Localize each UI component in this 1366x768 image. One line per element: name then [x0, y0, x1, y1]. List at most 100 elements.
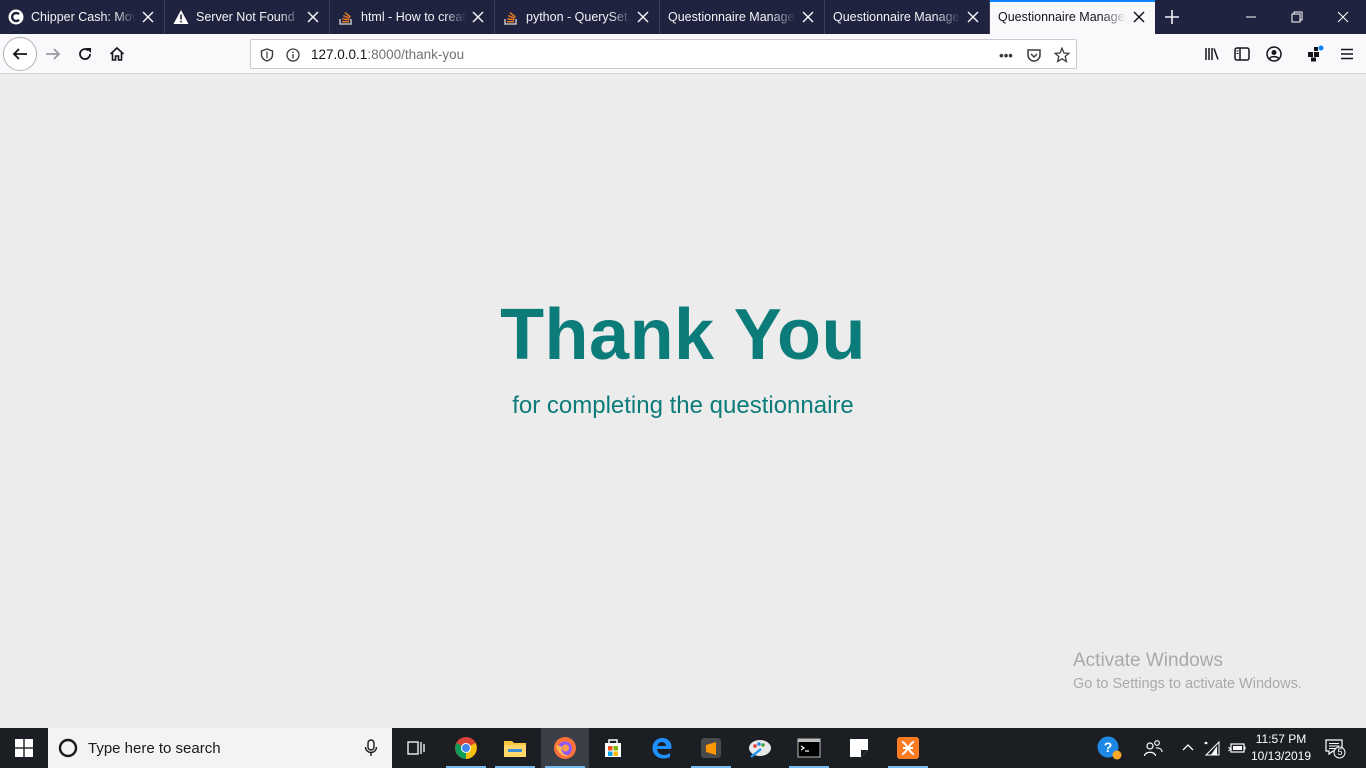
taskbar-chrome[interactable]: [442, 728, 490, 768]
chevron-up-icon: [1182, 744, 1194, 751]
tab-title: html - How to creat: [361, 10, 466, 24]
taskbar-xampp[interactable]: [884, 728, 932, 768]
wifi-icon: [1204, 740, 1220, 756]
sublime-text-icon: [701, 738, 721, 758]
tab-chipper-cash[interactable]: Chipper Cash: Move: [0, 0, 165, 34]
taskbar-edge[interactable]: [638, 728, 686, 768]
bookmark-star-icon[interactable]: [1052, 45, 1072, 65]
sticky-notes-icon: [850, 739, 868, 757]
tab-html-how-to[interactable]: html - How to creat: [330, 0, 495, 34]
xampp-icon: [897, 737, 919, 759]
stackoverflow-icon: [338, 9, 354, 25]
page-subtitle: for completing the questionnaire: [512, 392, 854, 419]
close-tab-icon[interactable]: [470, 9, 486, 25]
url-host: 127.0.0.1: [311, 47, 368, 62]
sidebar-button[interactable]: [1226, 38, 1258, 70]
taskbar-search-box[interactable]: Type here to search: [48, 728, 392, 768]
people-button[interactable]: [1138, 728, 1168, 768]
browser-toolbar: 127.0.0.1:8000/thank-you •••: [0, 34, 1366, 74]
hamburger-menu-icon: [1341, 48, 1353, 60]
restore-button[interactable]: [1274, 0, 1320, 34]
action-center-button[interactable]: 5: [1320, 728, 1350, 768]
tab-questionnaire-2[interactable]: Questionnaire Managem: [825, 0, 990, 34]
battery-icon: [1228, 743, 1246, 753]
account-button[interactable]: [1258, 38, 1290, 70]
people-icon: [1143, 740, 1163, 757]
address-bar[interactable]: 127.0.0.1:8000/thank-you •••: [250, 39, 1077, 69]
tab-title: Chipper Cash: Move: [31, 10, 136, 24]
tab-title: Questionnaire Managem: [998, 10, 1127, 24]
taskbar-clock[interactable]: 11:57 PM 10/13/2019: [1246, 731, 1316, 765]
battery-button[interactable]: [1226, 728, 1248, 768]
network-button[interactable]: [1201, 728, 1223, 768]
url-text[interactable]: 127.0.0.1:8000/thank-you: [311, 47, 464, 62]
page-title: Thank You: [500, 295, 866, 375]
taskbar-command-prompt[interactable]: [785, 728, 833, 768]
tab-server-not-found[interactable]: Server Not Found: [165, 0, 330, 34]
close-tab-icon[interactable]: [965, 9, 981, 25]
page-content: Thank You for completing the questionnai…: [0, 74, 1366, 728]
home-icon: [109, 46, 125, 61]
arrow-left-icon: [12, 48, 27, 60]
pocket-icon[interactable]: [1024, 45, 1044, 65]
restore-icon: [1291, 11, 1303, 23]
help-tray-button[interactable]: ?: [1094, 728, 1124, 768]
folder-icon: [504, 741, 526, 757]
windows-logo-icon: [15, 739, 33, 757]
edge-icon: [652, 738, 672, 759]
close-tab-icon[interactable]: [305, 9, 321, 25]
browser-titlebar: Chipper Cash: Move Server Not Found html…: [0, 0, 1366, 34]
reload-button[interactable]: [69, 38, 101, 70]
reload-icon: [79, 48, 91, 60]
task-view-button[interactable]: [392, 728, 440, 768]
search-placeholder: Type here to search: [88, 740, 221, 757]
stackoverflow-icon: [503, 9, 519, 25]
tab-title: Questionnaire Managem: [833, 10, 961, 24]
new-tab-button[interactable]: [1160, 5, 1184, 29]
forward-button[interactable]: [37, 38, 69, 70]
start-button[interactable]: [0, 728, 48, 768]
close-icon: [1337, 11, 1349, 23]
minimize-button[interactable]: [1228, 0, 1274, 34]
windows-taskbar: Type here to search ? 11:57 PM 10/13/201…: [0, 728, 1366, 768]
library-icon: [1205, 48, 1219, 60]
account-icon: [1266, 46, 1282, 62]
library-button[interactable]: [1196, 38, 1228, 70]
show-hidden-icons-button[interactable]: [1178, 728, 1198, 768]
close-tab-icon[interactable]: [140, 9, 156, 25]
taskbar-sublime-text[interactable]: [687, 728, 735, 768]
close-tab-icon[interactable]: [1131, 9, 1147, 25]
site-info-icon[interactable]: [283, 45, 303, 65]
close-tab-icon[interactable]: [635, 9, 651, 25]
taskbar-microsoft-store[interactable]: [589, 728, 637, 768]
taskbar-sticky-notes[interactable]: [835, 728, 883, 768]
notification-count: 5: [1337, 747, 1343, 757]
close-tab-icon[interactable]: [800, 9, 816, 25]
tab-questionnaire-active[interactable]: Questionnaire Managem: [990, 0, 1155, 34]
task-view-icon: [407, 741, 425, 755]
store-icon: [605, 739, 621, 757]
tab-title: Server Not Found: [196, 10, 295, 24]
watermark-title: Activate Windows: [1073, 650, 1223, 671]
taskbar-file-explorer[interactable]: [491, 728, 539, 768]
cortana-icon: [58, 738, 78, 763]
taskbar-firefox[interactable]: [541, 728, 589, 768]
taskbar-paint[interactable]: [736, 728, 784, 768]
extensions-button[interactable]: [1299, 38, 1331, 70]
terminal-icon: [797, 738, 821, 758]
extensions-icon: [1308, 45, 1324, 62]
home-button[interactable]: [101, 38, 133, 70]
arrow-right-icon: [46, 48, 61, 60]
back-button[interactable]: [3, 37, 37, 71]
microphone-icon[interactable]: [364, 739, 378, 762]
clock-date: 10/13/2019: [1250, 749, 1312, 763]
tab-questionnaire-1[interactable]: Questionnaire Managem: [660, 0, 825, 34]
menu-button[interactable]: [1331, 38, 1363, 70]
url-path: :8000/thank-you: [367, 47, 465, 62]
tab-python-queryset[interactable]: python - QuerySet,: [495, 0, 660, 34]
tab-title: python - QuerySet,: [526, 10, 631, 24]
tab-title: Questionnaire Managem: [668, 10, 796, 24]
tracking-shield-icon[interactable]: [257, 45, 277, 65]
page-actions-button[interactable]: •••: [996, 45, 1016, 65]
close-window-button[interactable]: [1320, 0, 1366, 34]
